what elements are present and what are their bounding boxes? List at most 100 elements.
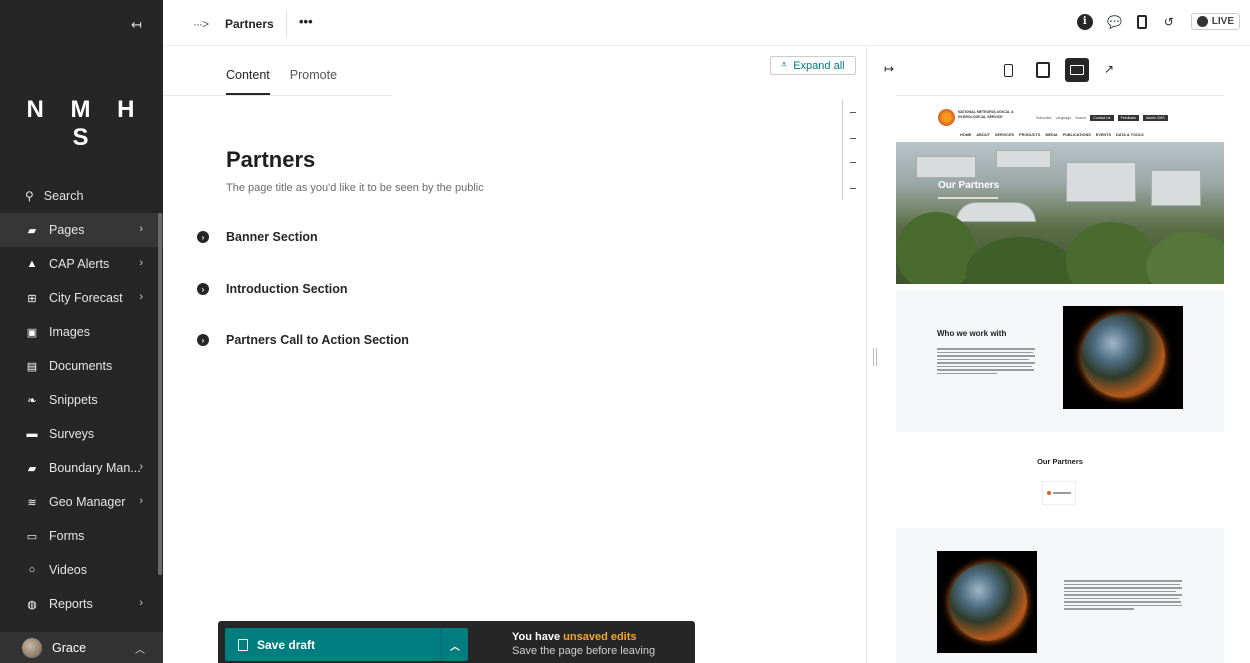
hero-tree	[1066, 222, 1156, 284]
tablet-device-icon[interactable]	[1036, 62, 1050, 78]
chevron-right-icon: ›	[139, 223, 143, 235]
mobile-device-icon[interactable]	[1004, 64, 1013, 77]
sidebar-item-documents[interactable]: ▤ Documents	[0, 349, 163, 383]
section-banner[interactable]: › Banner Section	[197, 230, 318, 244]
preview-util-link: Search	[1075, 116, 1087, 120]
chevron-right-icon: ›	[139, 597, 143, 609]
layers-icon: ≋	[27, 496, 37, 509]
preview-nav: HOME ABOUT SERVICES PRODUCTS MEDIA PUBLI…	[960, 133, 1144, 137]
sidebar-item-forms[interactable]: ▭ Forms	[0, 519, 163, 553]
circle-icon: ○	[28, 564, 36, 576]
account-menu[interactable]: Grace ︿	[0, 632, 163, 663]
search-icon: ⚲	[25, 189, 34, 203]
sidebar-search[interactable]: ⚲ Search	[0, 180, 163, 212]
sidebar-item-surveys[interactable]: ▬ Surveys	[0, 417, 163, 451]
resize-handle[interactable]	[873, 348, 877, 366]
tab-promote[interactable]: Promote	[290, 68, 337, 95]
desktop-device-icon[interactable]	[1065, 58, 1089, 82]
preview-text-lines	[1064, 580, 1182, 610]
sidebar-item-boundary-manager[interactable]: ▰ Boundary Man... ›	[0, 451, 163, 485]
form-icon: ▭	[26, 530, 38, 543]
breadcrumb[interactable]: ···>	[193, 17, 209, 31]
page-title-help: The page title as you'd like it to be se…	[226, 182, 484, 194]
preview-nav-item: EVENTS	[1095, 133, 1111, 137]
preview-hero-subtitle-lines	[938, 197, 998, 199]
sidebar-item-label: Snippets	[49, 393, 98, 407]
minimap-mark[interactable]	[850, 138, 856, 139]
section-label: Introduction Section	[226, 282, 348, 296]
sidebar-item-pages[interactable]: ▰ Pages ›	[0, 213, 163, 247]
earth-globe	[949, 563, 1027, 641]
folder-icon: ▬	[26, 428, 38, 440]
more-actions-button[interactable]: •••	[299, 14, 313, 29]
unsaved-message: You have unsaved edits Save the page bef…	[512, 630, 655, 658]
search-label: Search	[43, 189, 84, 203]
editor-tabs: Content Promote	[226, 68, 337, 95]
site-logo[interactable]: N M H S	[0, 96, 163, 152]
minimap-mark[interactable]	[850, 162, 856, 163]
sidebar-item-snippets[interactable]: ❧ Snippets	[0, 383, 163, 417]
section-introduction[interactable]: › Introduction Section	[197, 282, 348, 296]
preview-nav-item: ABOUT	[976, 133, 990, 137]
minimap-mark[interactable]	[850, 188, 856, 189]
sidebar-item-label: CAP Alerts	[49, 257, 110, 271]
preview-site-name: NATIONAL METEOROLOGICAL & HYDROLOGICAL S…	[958, 110, 1014, 119]
sidebar-item-label: Images	[49, 325, 90, 339]
preview-util-link: Subscribe	[1036, 116, 1052, 120]
hero-tree	[1146, 232, 1224, 284]
preview-divider	[866, 46, 867, 663]
preview-nav-item: MEDIA	[1045, 133, 1058, 137]
comment-icon[interactable]: 💬	[1107, 14, 1123, 30]
hero-building	[916, 156, 976, 178]
preview-earth-image	[937, 551, 1037, 653]
section-partners-cta[interactable]: › Partners Call to Action Section	[197, 333, 409, 347]
save-draft-button[interactable]: Save draft ︿	[225, 628, 468, 661]
close-preview-icon[interactable]: ↦	[884, 62, 894, 76]
message-sub: Save the page before leaving	[512, 645, 656, 657]
hero-building	[956, 202, 1036, 222]
expand-icon: ⩡	[781, 59, 788, 71]
earth-globe	[1081, 314, 1165, 398]
info-icon[interactable]: i	[1076, 13, 1093, 30]
document-icon: ▤	[26, 360, 38, 373]
sidebar-item-label: Documents	[49, 359, 113, 373]
tab-content[interactable]: Content	[226, 68, 270, 95]
chevron-right-icon: ›	[139, 291, 143, 303]
sidebar-item-label: City Forecast	[49, 291, 123, 305]
preview-site-header: NATIONAL METEOROLOGICAL & HYDROLOGICAL S…	[896, 100, 1224, 142]
chevron-up-icon[interactable]: ︿	[450, 638, 460, 653]
preview-hero-title: Our Partners	[938, 180, 1000, 191]
sidebar-item-videos[interactable]: ○ Videos	[0, 553, 163, 587]
sidebar-scrollbar[interactable]	[158, 213, 162, 575]
history-icon[interactable]: ↺	[1161, 14, 1177, 30]
partner-logo-mark	[1047, 491, 1051, 495]
external-link-icon[interactable]: ↗	[1104, 62, 1114, 76]
mobile-preview-icon[interactable]	[1136, 14, 1147, 29]
sidebar-item-geo-manager[interactable]: ≋ Geo Manager ›	[0, 485, 163, 519]
section-label: Banner Section	[226, 230, 318, 244]
minimap[interactable]	[842, 100, 856, 200]
preview-nav-item: HOME	[960, 133, 972, 137]
live-status-button[interactable]: LIVE	[1190, 13, 1240, 30]
sidebar-item-label: Forms	[49, 529, 85, 543]
globe-icon: ◍	[27, 598, 37, 611]
preview-text-lines	[937, 348, 1035, 374]
preview-util-link: Language	[1055, 116, 1072, 120]
page-title-breadcrumb: Partners	[225, 17, 274, 31]
sidebar-item-images[interactable]: ▣ Images	[0, 315, 163, 349]
sidebar-item-city-forecast[interactable]: ⊞ City Forecast ›	[0, 281, 163, 315]
expand-all-button[interactable]: ⩡ Expand all	[770, 56, 856, 75]
user-name: Grace	[52, 640, 87, 655]
minimap-mark[interactable]	[850, 112, 856, 113]
collapse-sidebar-icon[interactable]: ↤	[131, 17, 142, 33]
preview-util-button: Feedback	[1117, 115, 1139, 121]
sidebar-item-reports[interactable]: ◍ Reports ›	[0, 587, 163, 621]
sidebar-item-label: Reports	[49, 597, 93, 611]
live-preview[interactable]: NATIONAL METEOROLOGICAL & HYDROLOGICAL S…	[896, 100, 1224, 663]
save-bar: Save draft ︿ You have unsaved edits Save…	[218, 621, 695, 663]
sidebar-item-cap-alerts[interactable]: ▲ CAP Alerts ›	[0, 247, 163, 281]
expand-all-label: Expand all	[793, 59, 845, 72]
preview-util-button: Contact Us	[1090, 115, 1114, 121]
page-title-field[interactable]: Partners	[226, 147, 315, 173]
hero-tree	[896, 212, 976, 284]
